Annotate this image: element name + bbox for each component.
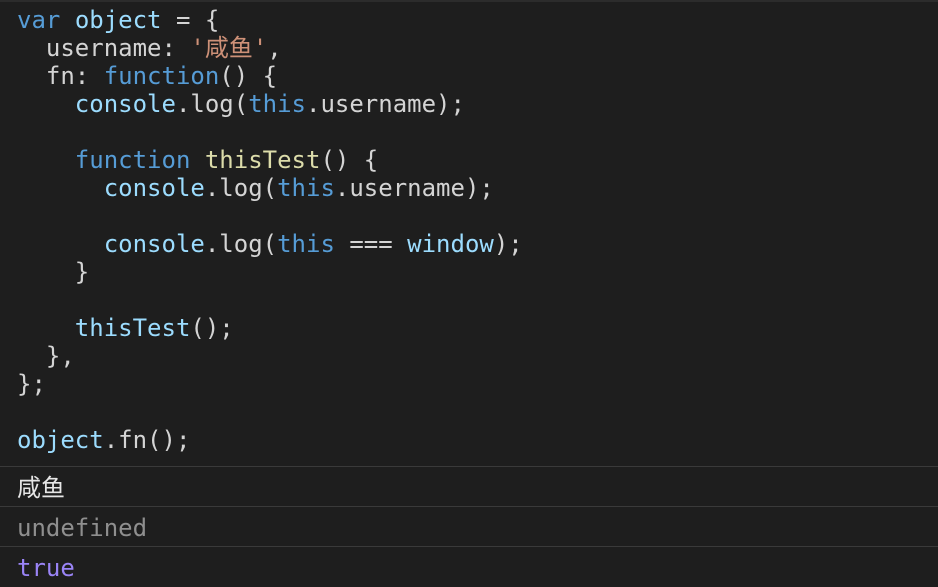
code-line[interactable]: username: '咸鱼', <box>17 34 282 62</box>
code-token: object <box>74 6 162 34</box>
code-line[interactable]: var object = { <box>17 6 219 34</box>
code-token: '咸鱼' <box>190 34 268 62</box>
code-token: thisTest <box>74 314 191 342</box>
console-output-text: true <box>17 554 75 582</box>
code-line[interactable]: console.log(this === window); <box>17 230 523 258</box>
code-token: () { <box>219 62 278 90</box>
code-token: .username); <box>306 90 465 118</box>
code-token: .fn(); <box>103 426 191 454</box>
code-token: , <box>267 34 282 62</box>
code-token: object <box>17 426 104 454</box>
console-row: undefined <box>0 506 938 547</box>
code-token: === <box>334 230 408 258</box>
code-line[interactable]: object.fn(); <box>17 426 190 454</box>
code-token: } <box>17 258 90 286</box>
code-token: .username); <box>334 174 494 202</box>
code-line[interactable]: }, <box>17 342 75 370</box>
code-token: var <box>17 6 61 34</box>
code-line[interactable]: }; <box>17 370 46 398</box>
code-token: () { <box>320 146 379 174</box>
console-row: true <box>0 546 938 587</box>
console-output-text: undefined <box>17 514 148 542</box>
code-token: this <box>277 230 335 258</box>
code-token: (); <box>190 314 234 342</box>
code-token: .log( <box>175 90 249 118</box>
code-token: }, <box>17 342 75 370</box>
code-token: }; <box>17 370 46 398</box>
console-output-text: 咸鱼 <box>17 474 65 502</box>
code-token: console <box>103 230 205 258</box>
code-token: = { <box>161 6 220 34</box>
code-line[interactable]: function thisTest() { <box>17 146 378 174</box>
code-token: this <box>248 90 306 118</box>
code-token: console <box>103 174 205 202</box>
code-token: .log( <box>204 174 278 202</box>
code-token: function <box>103 62 220 90</box>
code-token: console <box>74 90 176 118</box>
code-line[interactable]: console.log(this.username); <box>17 90 465 118</box>
code-token: function <box>74 146 191 174</box>
code-token: window <box>407 230 494 258</box>
editor-top-border <box>0 0 938 2</box>
code-line[interactable]: thisTest(); <box>17 314 234 342</box>
code-token: this <box>277 174 335 202</box>
code-line[interactable]: } <box>17 258 89 286</box>
code-token: fn: <box>17 62 104 90</box>
code-line[interactable]: console.log(this.username); <box>17 174 494 202</box>
code-token: .log( <box>204 230 278 258</box>
code-token: username: <box>17 34 191 62</box>
code-line[interactable]: fn: function() { <box>17 62 277 90</box>
code-token: ); <box>493 230 523 258</box>
console-row: 咸鱼 <box>0 466 938 507</box>
code-token: thisTest <box>204 146 321 174</box>
